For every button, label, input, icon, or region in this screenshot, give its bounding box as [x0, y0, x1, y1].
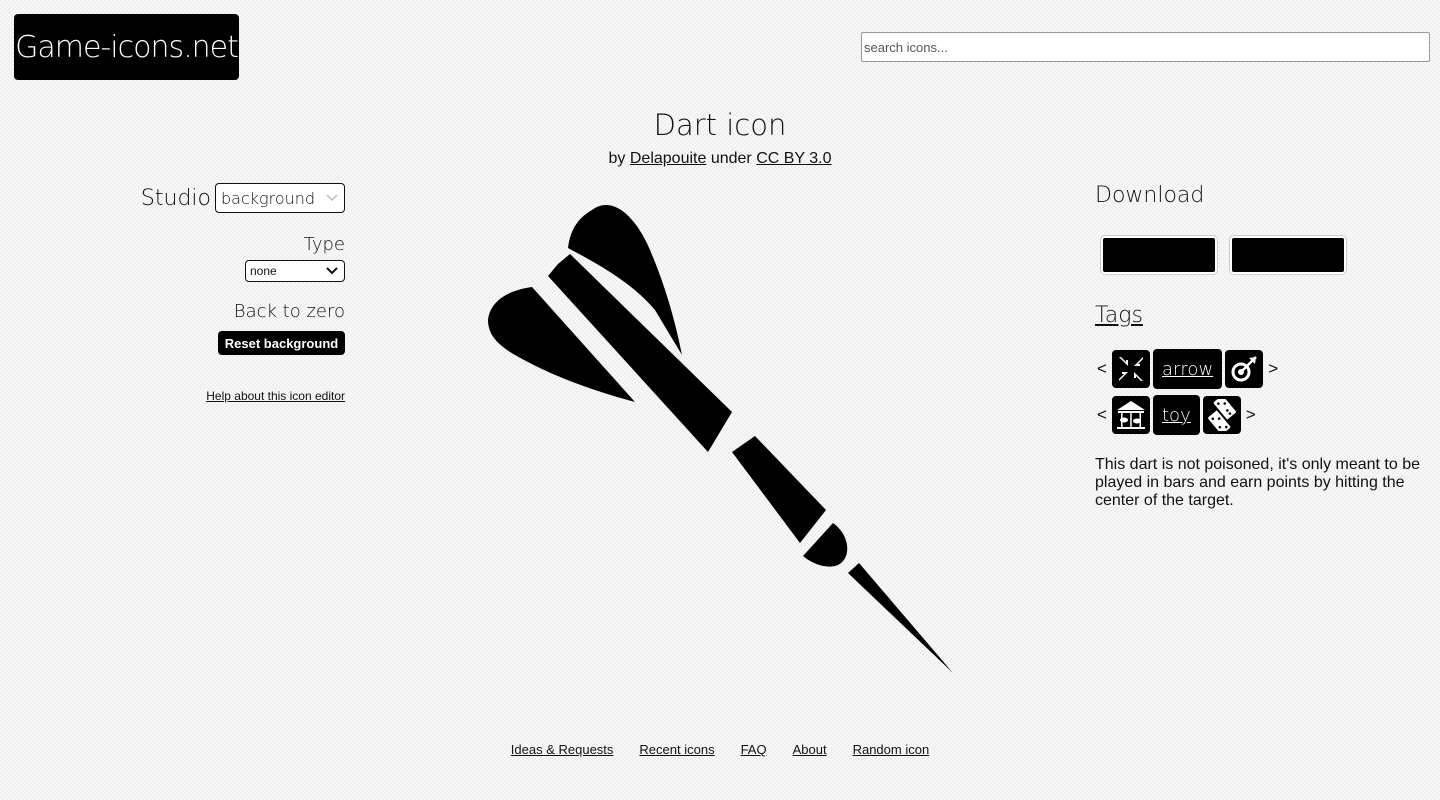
footer-nav: Ideas & Requests Recent icons FAQ About …	[0, 742, 1440, 757]
footer-link-recent[interactable]: Recent icons	[639, 742, 714, 757]
tag-row-arrow: < arrow >	[1095, 349, 1280, 389]
search-input[interactable]	[861, 32, 1430, 62]
chevron-down-icon	[326, 191, 338, 205]
icon-byline: by Delapouite under CC BY 3.0	[0, 150, 1440, 168]
arrow-target-icon[interactable]	[1225, 350, 1264, 388]
next-arrow-button[interactable]: >	[1244, 405, 1258, 425]
back-to-zero-label: Back to zero	[233, 301, 345, 322]
download-svg-button[interactable]	[1101, 236, 1217, 274]
site-logo[interactable]: Game-icons.net	[14, 14, 239, 80]
carousel-icon[interactable]	[1112, 396, 1150, 434]
footer-link-about[interactable]: About	[793, 742, 827, 757]
tag-arrow[interactable]: arrow	[1153, 349, 1223, 389]
icon-title: Dart icon	[653, 108, 787, 142]
footer-link-faq[interactable]: FAQ	[741, 742, 767, 757]
icon-description: This dart is not poisoned, it's only mea…	[1095, 456, 1421, 509]
license-link[interactable]: CC BY 3.0	[756, 150, 831, 167]
dart-icon	[488, 204, 953, 673]
type-label: Type	[303, 234, 345, 255]
download-title: Download	[1095, 183, 1205, 208]
help-editor-link[interactable]: Help about this icon editor	[206, 389, 345, 403]
next-arrow-button[interactable]: >	[1266, 359, 1280, 379]
studio-row: Studio background	[141, 183, 345, 213]
tag-row-toy: < toy >	[1095, 395, 1258, 435]
prev-arrow-button[interactable]: <	[1095, 359, 1109, 379]
under-text: under	[710, 150, 752, 167]
chevron-down-icon	[326, 264, 338, 278]
tag-toy[interactable]: toy	[1153, 395, 1200, 435]
studio-mode-value: background	[221, 188, 316, 208]
author-link[interactable]: Delapouite	[630, 150, 707, 167]
reset-background-button[interactable]: Reset background	[218, 331, 345, 355]
by-text: by	[608, 150, 626, 167]
type-value: none	[250, 264, 277, 278]
footer-link-random[interactable]: Random icon	[853, 742, 930, 757]
tags-link[interactable]: Tags	[1095, 303, 1143, 328]
footer-link-ideas[interactable]: Ideas & Requests	[511, 742, 614, 757]
shrink-arrows-icon[interactable]	[1112, 350, 1150, 388]
download-png-button[interactable]	[1230, 236, 1346, 274]
studio-mode-select[interactable]: background	[215, 183, 345, 213]
type-select[interactable]: none	[245, 260, 345, 282]
prev-arrow-button[interactable]: <	[1095, 405, 1109, 425]
studio-label: Studio	[140, 185, 211, 211]
dominoes-icon[interactable]	[1202, 396, 1241, 434]
